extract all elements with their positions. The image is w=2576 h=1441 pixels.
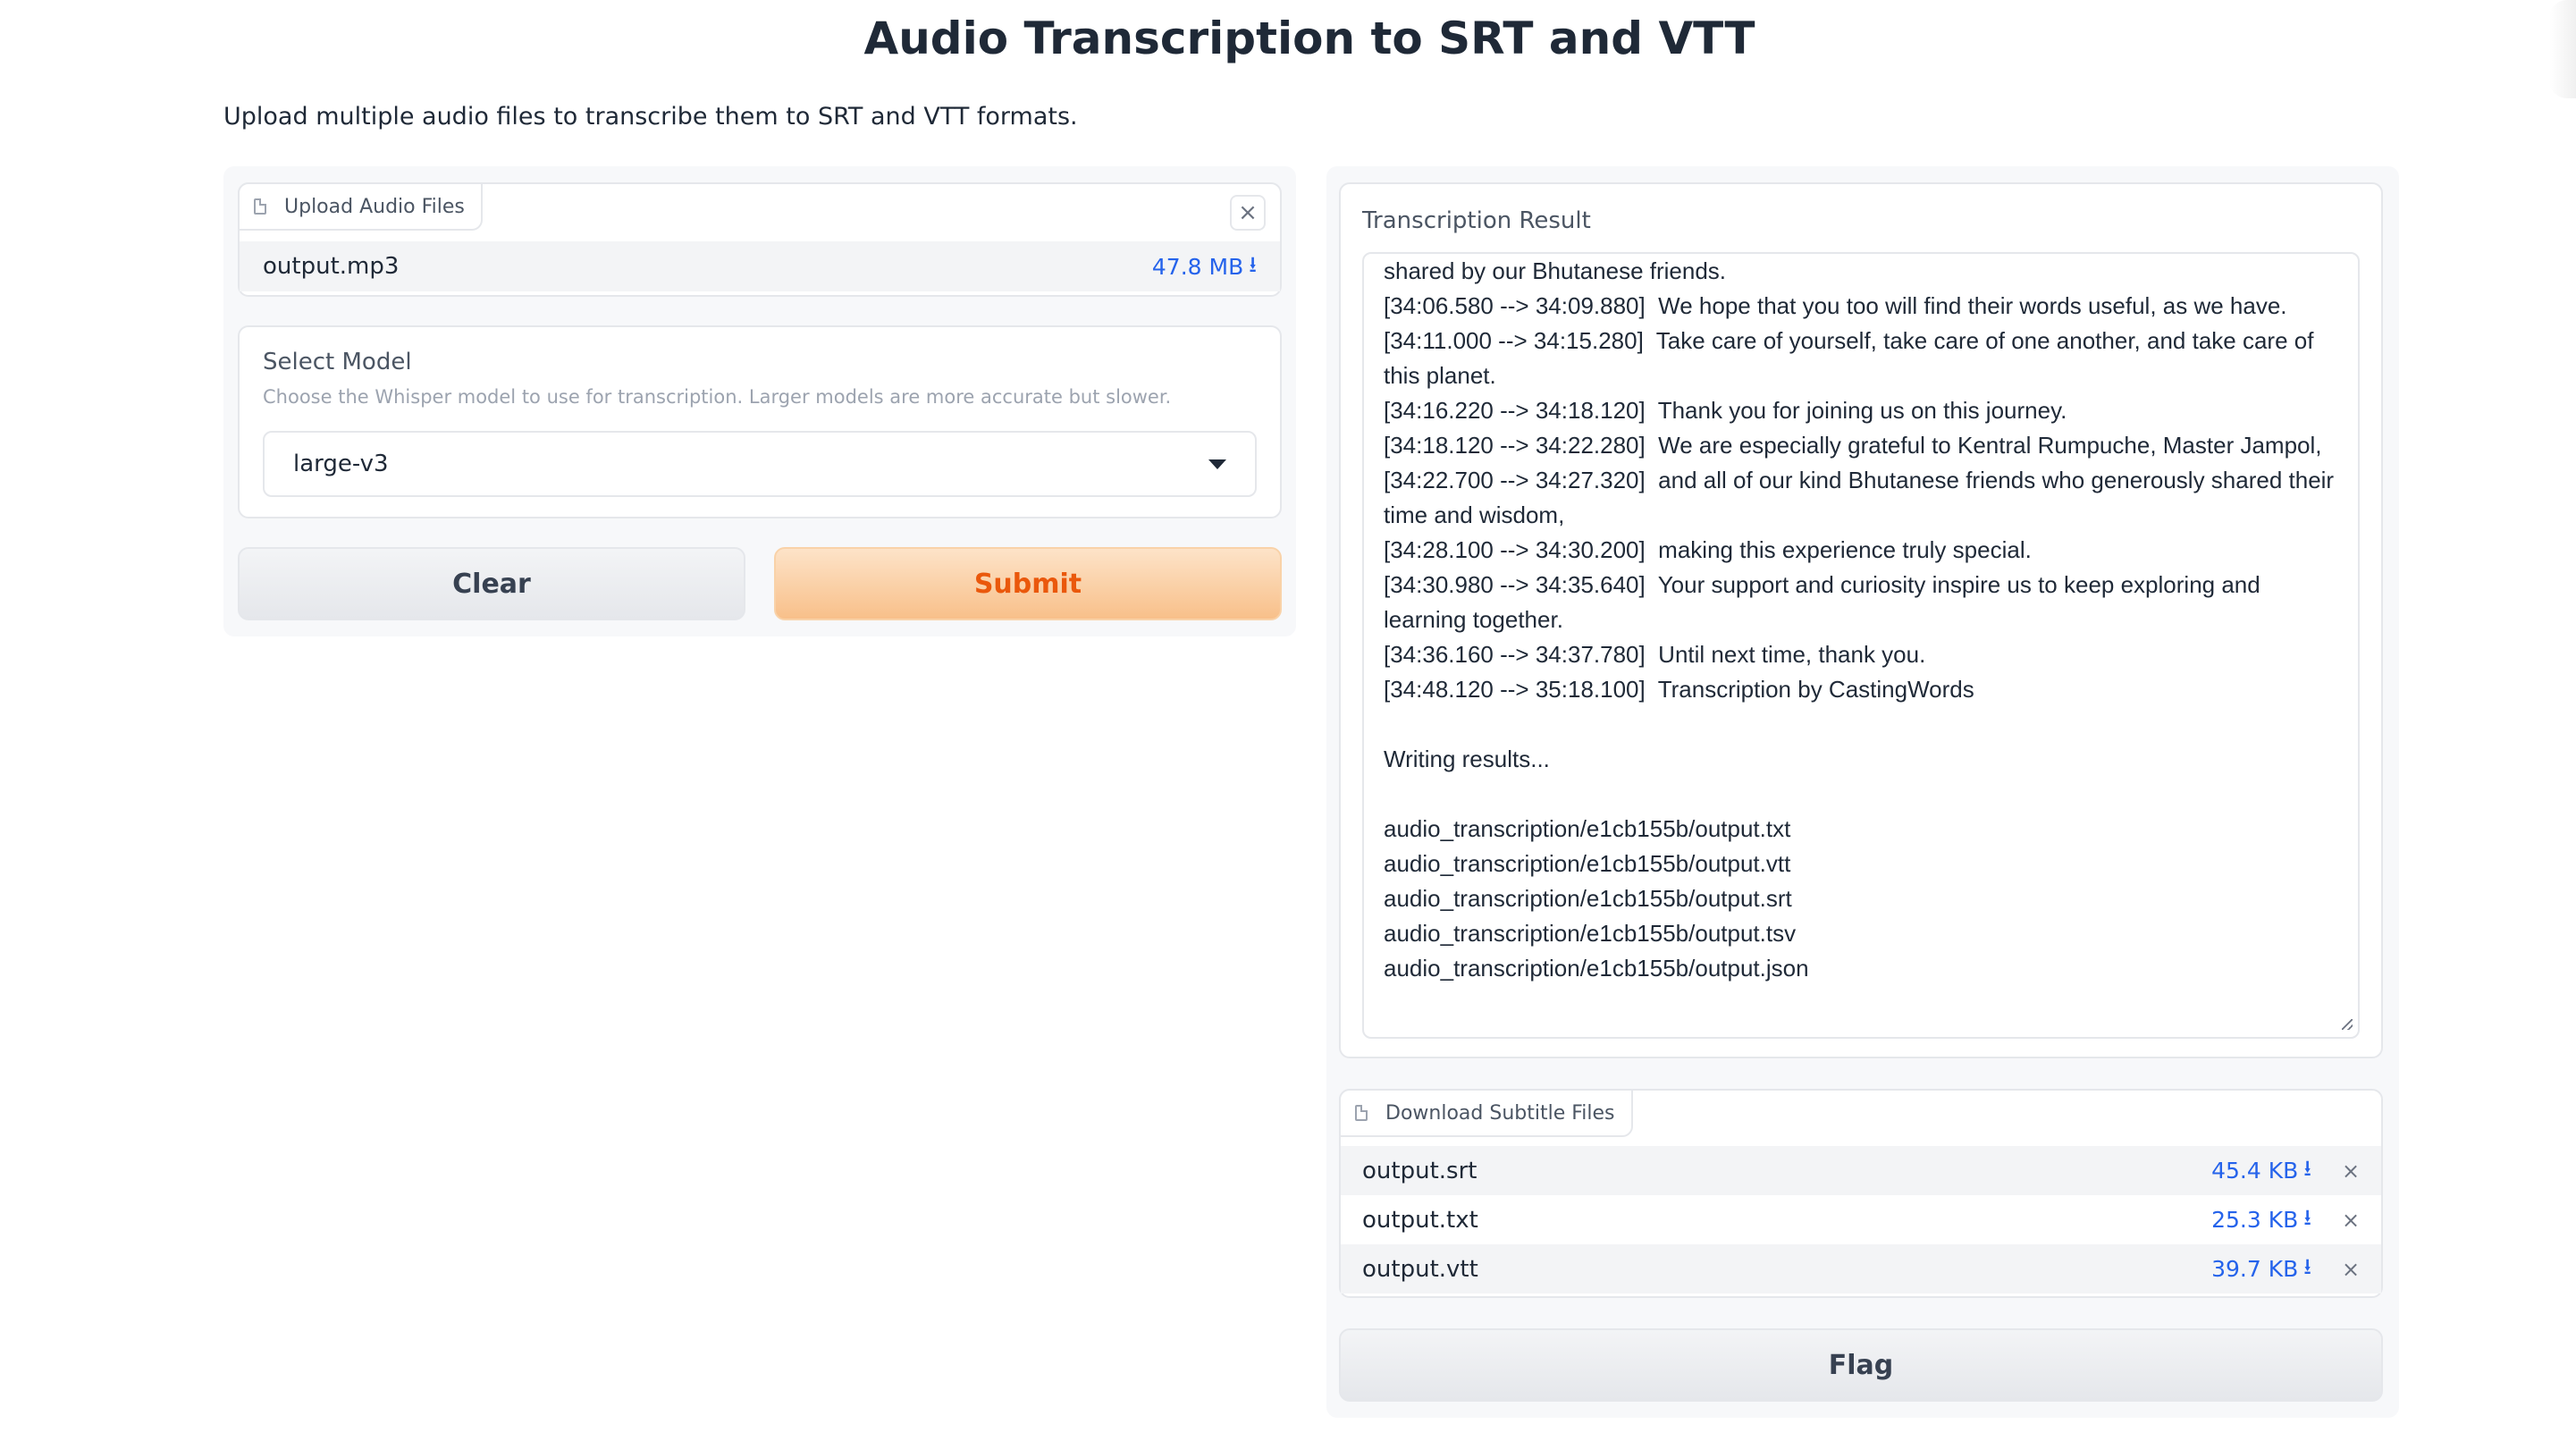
uploaded-file-row: output.mp3 47.8 MB ⭳	[240, 241, 1280, 291]
download-file-link[interactable]: 39.7 KB	[2211, 1256, 2298, 1282]
transcription-result-label: Transcription Result	[1362, 207, 1591, 234]
download-file-row: output.srt 45.4 KB ⭳ ×	[1341, 1146, 2381, 1195]
transcription-result-block: Transcription Result shared by our Bhuta…	[1339, 182, 2383, 1058]
input-panel: Upload Audio Files × output.mp3 47.8 MB …	[223, 166, 1296, 636]
page-edge-shadow	[2549, 0, 2576, 98]
close-icon: ×	[1238, 199, 1258, 226]
model-dropdown[interactable]: large-v3	[263, 431, 1257, 497]
download-file-row: output.vtt 39.7 KB ⭳ ×	[1341, 1244, 2381, 1294]
flag-button[interactable]: Flag	[1339, 1328, 2383, 1402]
file-icon	[1355, 1105, 1368, 1121]
download-file-link[interactable]: 45.4 KB	[2211, 1158, 2298, 1184]
uploaded-file-name: output.mp3	[263, 253, 400, 280]
select-model-info: Choose the Whisper model to use for tran…	[263, 386, 1172, 408]
chevron-down-icon	[1208, 459, 1226, 469]
download-file-row: output.txt 25.3 KB ⭳ ×	[1341, 1195, 2381, 1244]
download-file-list: output.srt 45.4 KB ⭳ × output.txt 25.3 K…	[1341, 1146, 2381, 1294]
remove-file-icon[interactable]: ×	[2342, 1257, 2360, 1282]
select-model-block: Select Model Choose the Whisper model to…	[238, 325, 1282, 518]
upload-label-tab: Upload Audio Files	[238, 182, 483, 231]
output-panel: Transcription Result shared by our Bhuta…	[1326, 166, 2399, 1418]
resize-handle-icon[interactable]	[2342, 1019, 2353, 1030]
download-label: Download Subtitle Files	[1385, 1101, 1615, 1125]
select-model-label: Select Model	[263, 349, 412, 375]
uploaded-file-download-link[interactable]: 47.8 MB	[1152, 254, 1243, 280]
remove-file-icon[interactable]: ×	[2342, 1208, 2360, 1233]
page-title: Audio Transcription to SRT and VTT	[863, 13, 1755, 64]
clear-button[interactable]: Clear	[238, 547, 745, 620]
download-arrow-icon[interactable]: ⭳	[2303, 1201, 2311, 1239]
file-icon	[254, 198, 266, 215]
app-page: Audio Transcription to SRT and VTT Uploa…	[0, 0, 2576, 1441]
download-file-name: output.srt	[1362, 1157, 1477, 1184]
download-arrow-icon[interactable]: ⭳	[1249, 248, 1257, 286]
page-description: Upload multiple audio files to transcrib…	[223, 103, 1078, 131]
download-file-name: output.vtt	[1362, 1255, 1478, 1283]
clear-upload-button[interactable]: ×	[1230, 195, 1266, 231]
upload-label: Upload Audio Files	[284, 195, 465, 218]
upload-audio-files[interactable]: Upload Audio Files × output.mp3 47.8 MB …	[238, 182, 1282, 297]
download-subtitle-files: Download Subtitle Files output.srt 45.4 …	[1339, 1089, 2383, 1298]
download-file-name: output.txt	[1362, 1206, 1478, 1234]
download-arrow-icon[interactable]: ⭳	[2303, 1250, 2311, 1288]
remove-file-icon[interactable]: ×	[2342, 1159, 2360, 1184]
transcription-result-textarea[interactable]: shared by our Bhutanese friends. [34:06.…	[1362, 252, 2360, 1039]
submit-button[interactable]: Submit	[774, 547, 1282, 620]
model-dropdown-value: large-v3	[293, 451, 389, 477]
download-arrow-icon[interactable]: ⭳	[2303, 1151, 2311, 1190]
download-label-tab: Download Subtitle Files	[1339, 1089, 1633, 1137]
download-file-link[interactable]: 25.3 KB	[2211, 1207, 2298, 1233]
